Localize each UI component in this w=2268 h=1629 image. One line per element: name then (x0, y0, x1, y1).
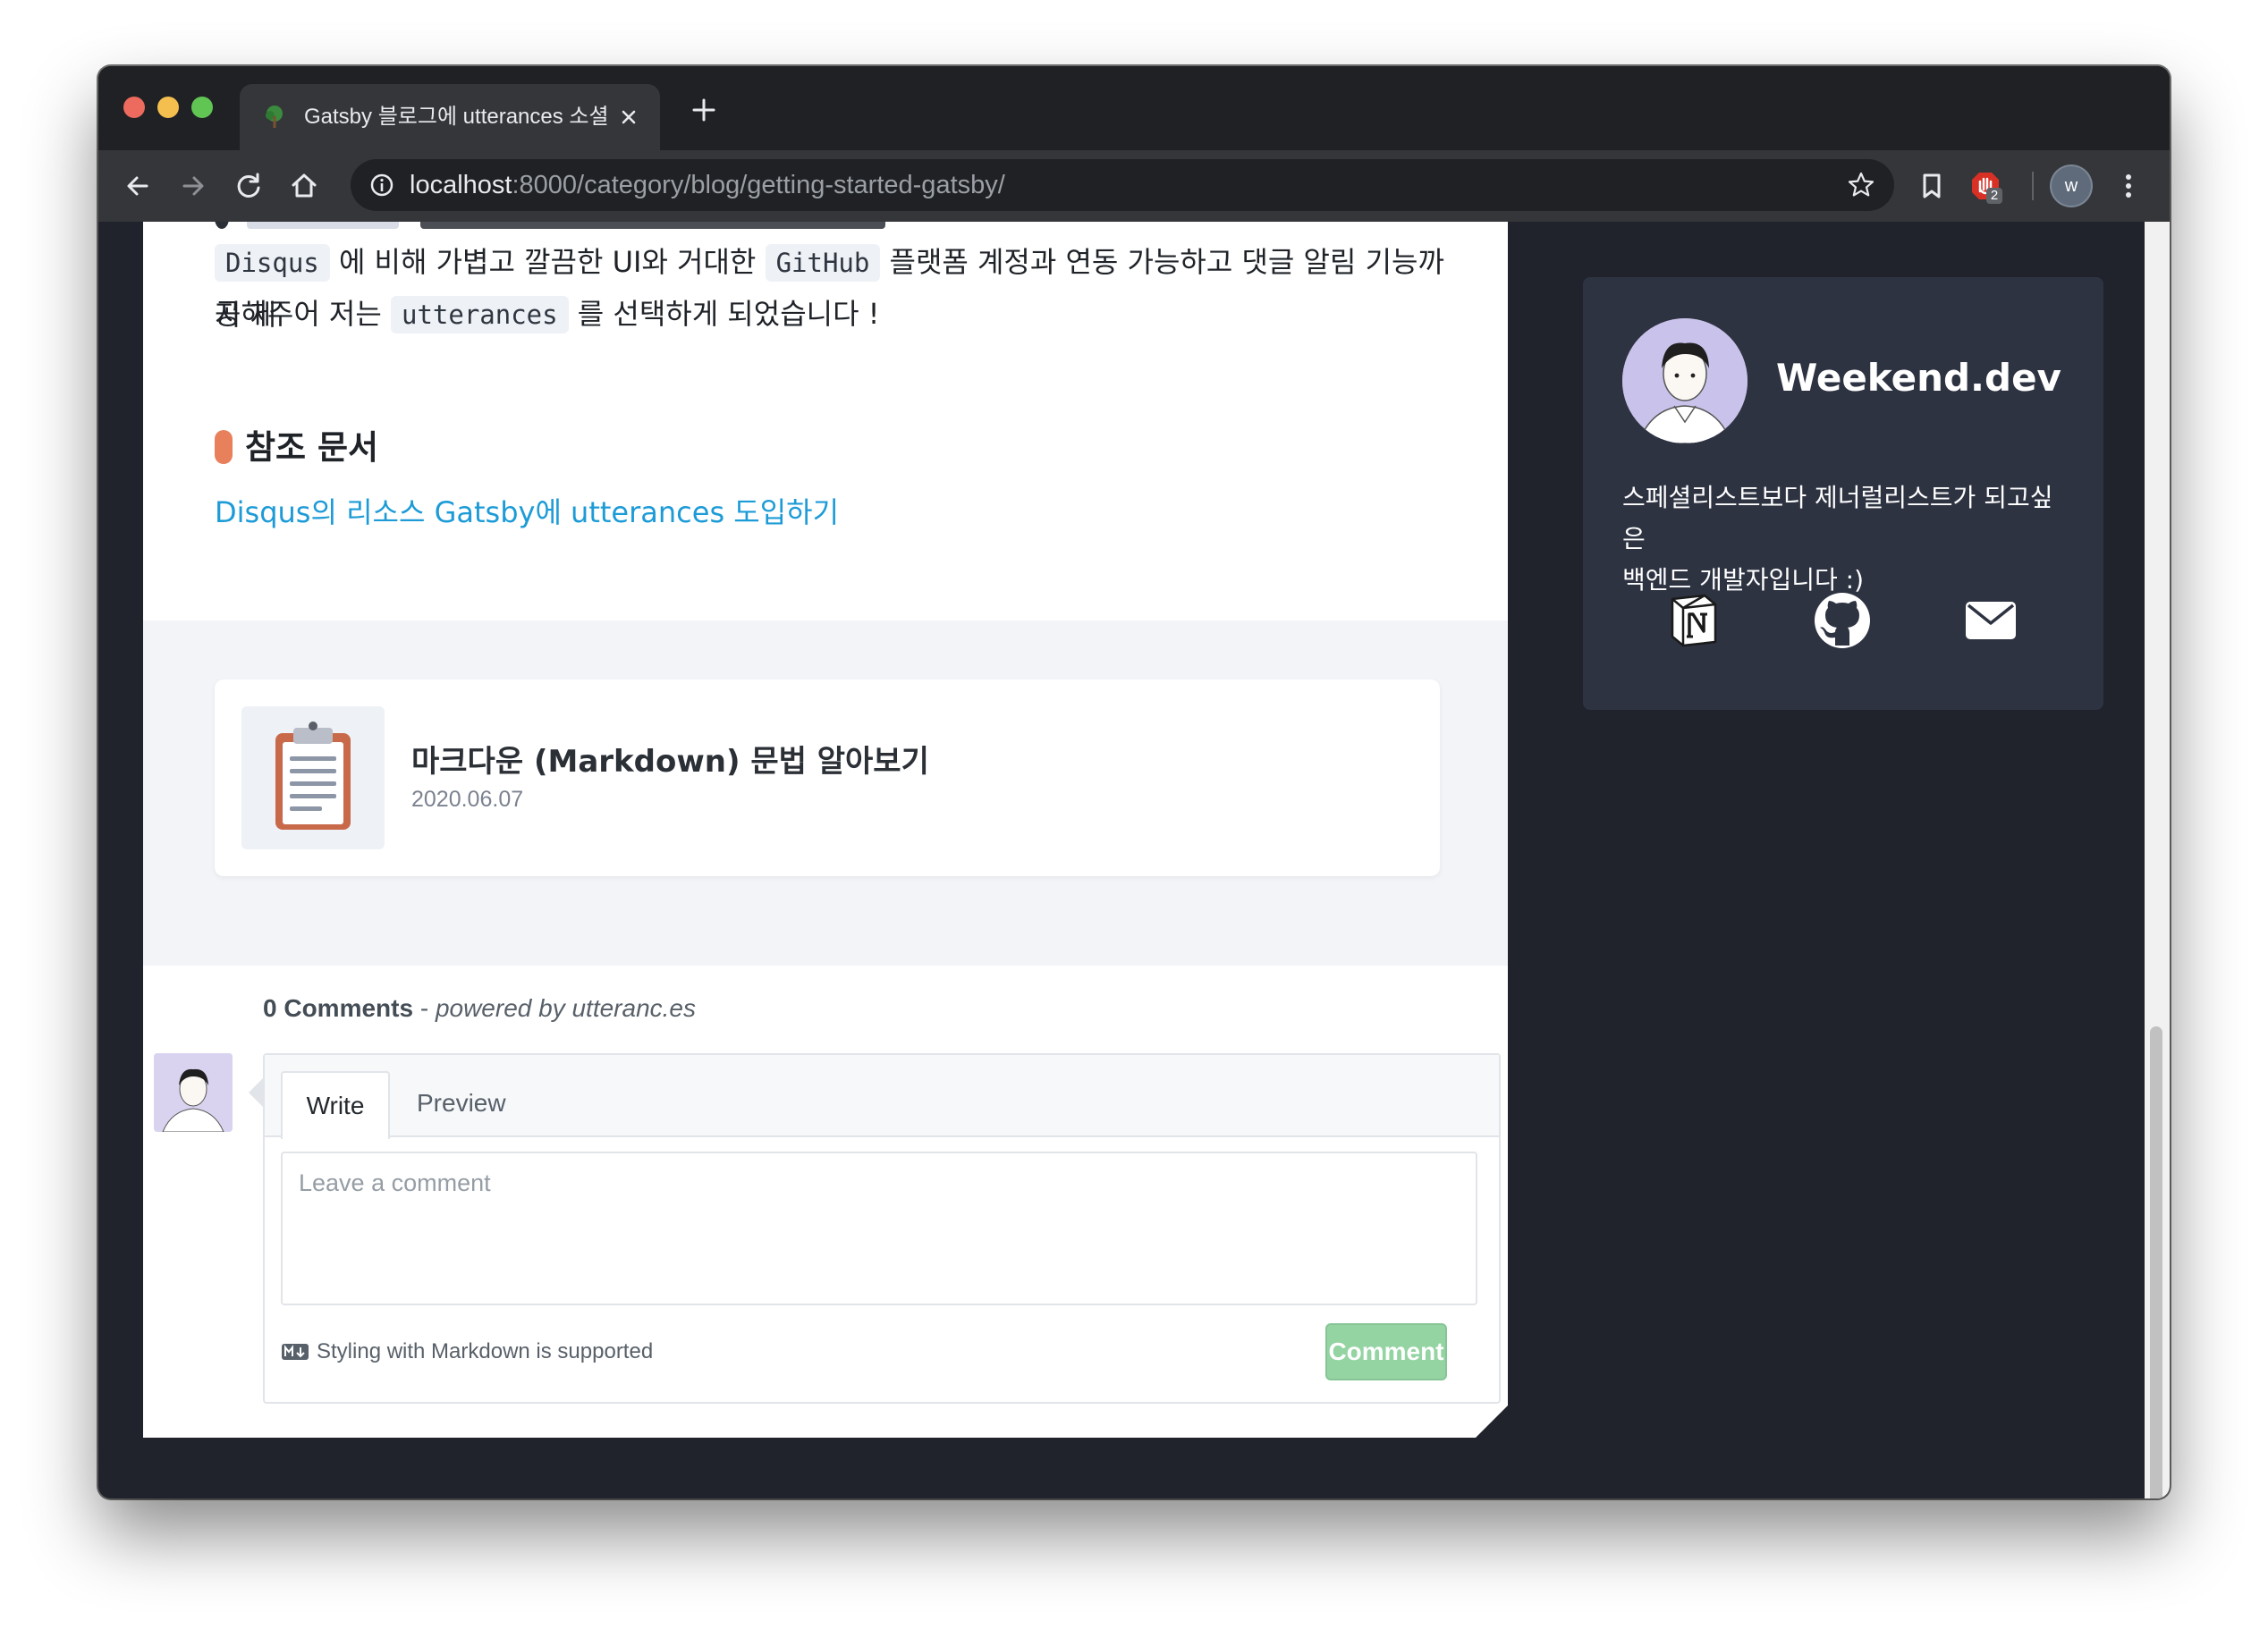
markdown-support-note: Styling with Markdown is supported (281, 1339, 653, 1364)
mail-icon[interactable] (1960, 590, 2021, 651)
related-post-thumbnail (241, 706, 385, 849)
related-post-card[interactable]: 마크다운 (Markdown) 문법 알아보기 2020.06.07 (215, 679, 1440, 876)
profile-card: Weekend.dev 스페셜리스트보다 제너럴리스트가 되고싶은 백엔드 개발… (1583, 277, 2103, 710)
url-host: localhost (410, 171, 512, 199)
heading-marker (215, 430, 233, 464)
profile-name: Weekend.dev (1776, 356, 2061, 400)
commenter-avatar (154, 1053, 233, 1132)
bookmark-star-icon[interactable] (1846, 170, 1876, 200)
inline-code-disqus: Disqus (215, 244, 330, 282)
tab-write[interactable]: Write (281, 1071, 390, 1139)
back-arrow-icon[interactable] (120, 168, 156, 204)
comment-textarea[interactable] (281, 1152, 1477, 1305)
home-icon[interactable] (286, 168, 322, 204)
close-window-button[interactable] (123, 97, 145, 118)
page-scrollbar[interactable] (2145, 222, 2170, 1498)
bookmark-icon[interactable] (1914, 168, 1950, 204)
user-avatar-icon (154, 1053, 233, 1132)
markdown-icon (282, 1344, 309, 1360)
clipped-previous-line (215, 222, 1020, 229)
extension-badge: 2 (1986, 188, 2002, 204)
powered-by-link[interactable]: powered by utteranc.es (436, 994, 696, 1022)
reload-icon[interactable] (231, 168, 267, 204)
forward-arrow-icon[interactable] (175, 168, 211, 204)
page-viewport: Disqus 에 비해 가볍고 깔끔한 UI와 거대한 GitHub 플랫폼 계… (98, 222, 2170, 1498)
comment-form: Write Preview Styling with Markdown is s… (263, 1053, 1501, 1404)
paragraph-text-1: 에 비해 가볍고 깔끔한 UI와 거대한 (338, 245, 757, 279)
markdown-note-text: Styling with Markdown is supported (317, 1339, 654, 1363)
tab-preview[interactable]: Preview (417, 1089, 506, 1118)
browser-toolbar: localhost:8000/category/blog/getting-sta… (98, 150, 2170, 222)
github-icon[interactable] (1812, 590, 1873, 651)
comment-submit-button[interactable]: Comment (1325, 1323, 1447, 1380)
comments-header: 0 Comments - powered by utteranc.es (263, 994, 696, 1023)
paragraph-text-4: 를 선택하게 되었습니다 ! (577, 297, 880, 331)
url-path: :8000/category/blog/getting-started-gats… (512, 171, 1005, 199)
profile-avatar-button[interactable]: w (2052, 166, 2091, 206)
inline-code-github: GitHub (765, 244, 881, 282)
close-tab-icon[interactable] (615, 104, 642, 131)
clipped-text (420, 222, 885, 229)
paragraph-text-3: 공해주어 저는 (215, 297, 382, 331)
notion-icon[interactable] (1663, 590, 1724, 651)
browser-window: Gatsby 블로그에 utterances 소셜 localhost:8000… (98, 66, 2170, 1498)
clipped-glyph (215, 222, 229, 229)
menu-dots-icon[interactable] (2111, 168, 2146, 204)
comment-tabs: Write Preview (265, 1055, 1499, 1139)
article-content: Disqus 에 비해 가볍고 깔끔한 UI와 거대한 GitHub 플랫폼 계… (143, 222, 1508, 1438)
profile-bio-line-1: 스페셜리스트보다 제너럴리스트가 되고싶은 (1622, 483, 2053, 553)
address-bar[interactable]: localhost:8000/category/blog/getting-sta… (351, 159, 1894, 211)
info-icon[interactable] (368, 172, 395, 198)
related-post-date: 2020.06.07 (411, 787, 524, 812)
reference-heading-text: 참조 문서 (245, 428, 379, 467)
clipboard-icon (275, 722, 351, 830)
inline-code-utterances: utterances (390, 296, 569, 333)
minimize-window-button[interactable] (157, 97, 179, 118)
toolbar-separator (2032, 172, 2034, 200)
browser-tab-active[interactable]: Gatsby 블로그에 utterances 소셜 (240, 84, 660, 150)
tab-title: Gatsby 블로그에 utterances 소셜 (304, 105, 608, 129)
tab-strip: Gatsby 블로그에 utterances 소셜 (98, 66, 2170, 150)
reference-heading: 참조 문서 (215, 420, 378, 468)
paragraph-line-2: 공해주어 저는 utterances 를 선택하게 되었습니다 ! (215, 288, 1449, 341)
comment-box-pointer (249, 1078, 263, 1107)
tree-favicon-icon (266, 106, 283, 128)
author-avatar-icon (1622, 318, 1748, 443)
comments-separator: - (413, 994, 436, 1022)
maximize-window-button[interactable] (191, 97, 213, 118)
related-posts-section: 마크다운 (Markdown) 문법 알아보기 2020.06.07 (143, 620, 1508, 966)
clipped-code (247, 222, 399, 229)
reference-link[interactable]: Disqus의 리소스 Gatsby에 utterances 도입하기 (215, 490, 839, 531)
related-post-title: 마크다운 (Markdown) 문법 알아보기 (411, 744, 929, 780)
url-text[interactable]: localhost:8000/category/blog/getting-sta… (410, 169, 1005, 201)
comments-count: 0 Comments (263, 994, 414, 1022)
profile-bio: 스페셜리스트보다 제너럴리스트가 되고싶은 백엔드 개발자입니다 :) (1622, 477, 2069, 601)
new-tab-icon[interactable] (690, 97, 717, 123)
profile-avatar (1622, 318, 1748, 443)
scrollbar-thumb[interactable] (2150, 1026, 2162, 1498)
